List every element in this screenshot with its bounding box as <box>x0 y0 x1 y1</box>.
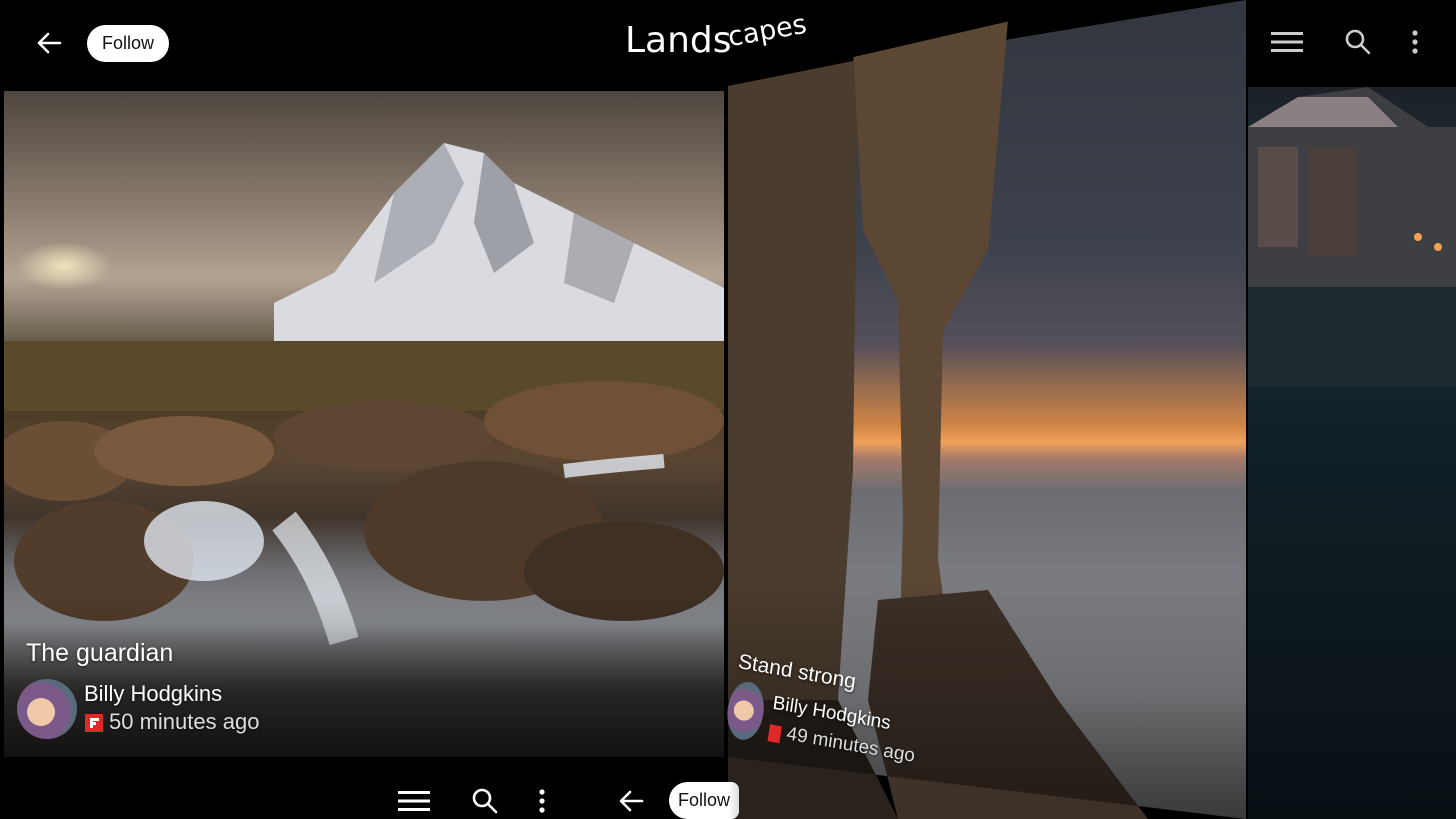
story-card-the-guardian[interactable]: The guardian Billy Hodgkins 50 minutes a… <box>4 91 724 757</box>
arrow-left-icon <box>619 790 644 812</box>
menu-button-bottom[interactable] <box>396 783 432 819</box>
magazine-title: Landscapes <box>625 9 811 61</box>
search-button-bottom[interactable] <box>467 783 503 819</box>
menu-button[interactable] <box>1269 24 1305 60</box>
more-vert-icon <box>1412 30 1418 54</box>
story-title[interactable]: The guardian <box>26 639 173 668</box>
village-buildings-photo <box>1248 87 1456 387</box>
flipboard-icon <box>85 714 103 732</box>
more-options-button[interactable] <box>1397 24 1433 60</box>
more-vert-icon <box>539 789 545 813</box>
back-button-bottom[interactable] <box>613 783 649 819</box>
follow-button-bottom[interactable]: Follow <box>669 782 739 819</box>
author-name[interactable]: Billy Hodgkins <box>84 681 222 707</box>
story-card-stand-strong[interactable]: Stand strong Billy Hodgkins 49 minutes a… <box>723 0 1246 819</box>
arrow-left-icon <box>37 32 62 54</box>
search-icon <box>1345 29 1371 55</box>
snowy-mountain-photo <box>274 143 724 343</box>
caption-scrim <box>728 0 1246 819</box>
menu-icon <box>1271 32 1303 52</box>
search-icon <box>472 788 498 814</box>
next-story-card[interactable] <box>1248 87 1456 819</box>
search-button[interactable] <box>1340 24 1376 60</box>
magazine-title-main: Lands <box>625 20 732 61</box>
post-time: 50 minutes ago <box>109 709 260 734</box>
author-avatar[interactable] <box>17 679 77 739</box>
follow-button[interactable]: Follow <box>87 25 169 62</box>
back-button[interactable] <box>34 28 64 58</box>
flipboard-icon <box>767 724 782 744</box>
more-options-button-bottom[interactable] <box>524 783 560 819</box>
menu-icon <box>398 791 430 811</box>
